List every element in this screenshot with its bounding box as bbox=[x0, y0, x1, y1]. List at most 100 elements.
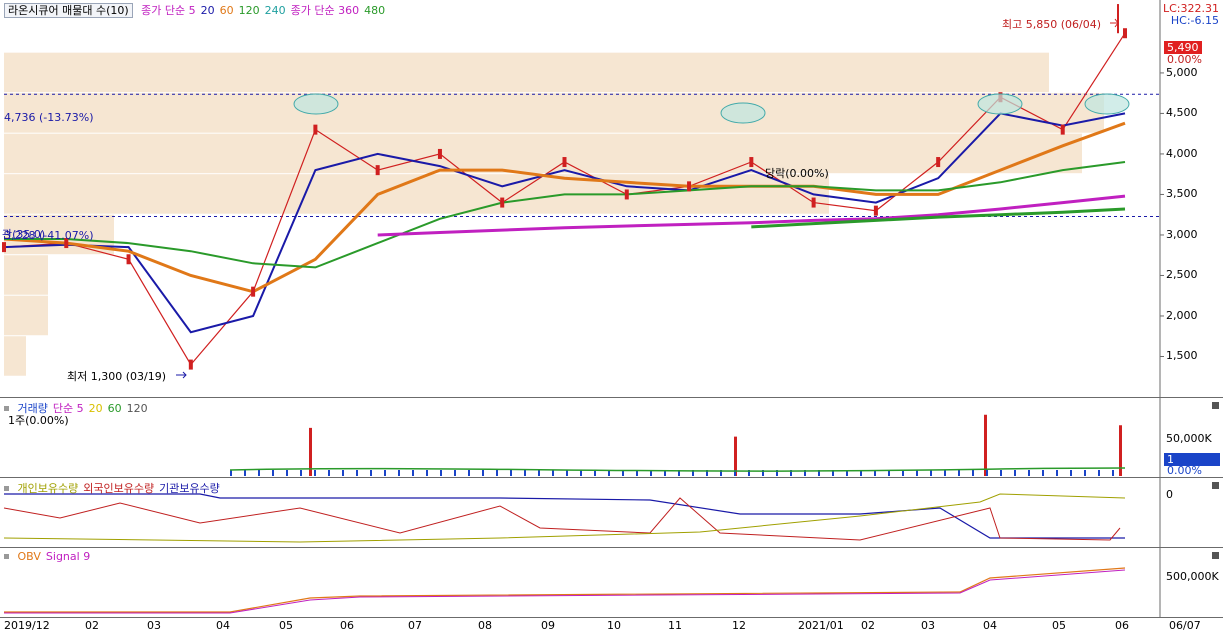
volume-bar bbox=[328, 470, 330, 476]
volume-legend-item[interactable]: 60 bbox=[108, 402, 122, 415]
price-chart bbox=[2, 0, 1164, 397]
obv-legend-item[interactable]: OBV bbox=[18, 550, 41, 563]
volume-bar bbox=[300, 470, 302, 476]
volume-bar bbox=[1000, 470, 1002, 476]
volume-bar bbox=[230, 470, 232, 476]
x-axis-tick: 04 bbox=[216, 619, 230, 632]
x-axis-tick: 09 bbox=[541, 619, 555, 632]
pattern-ellipse bbox=[293, 93, 339, 115]
volume-chart bbox=[229, 398, 1161, 477]
volume-bar bbox=[314, 470, 316, 476]
price-point bbox=[811, 197, 816, 208]
volume-bar bbox=[510, 470, 512, 476]
x-axis-tick: 02 bbox=[85, 619, 99, 632]
price-legend-item[interactable]: 60 bbox=[220, 4, 234, 17]
price-point bbox=[437, 148, 442, 159]
price-point bbox=[1060, 124, 1065, 135]
volume-bar bbox=[356, 470, 358, 476]
volume-profile-bar bbox=[4, 336, 26, 376]
current-change: 0.00% bbox=[1167, 53, 1202, 66]
price-point bbox=[188, 359, 193, 370]
obv-chart bbox=[4, 548, 1161, 617]
holdings-legend-item[interactable]: 기관보유수량 bbox=[159, 482, 220, 495]
volume-bar bbox=[944, 470, 946, 476]
price-legend-item[interactable]: 20 bbox=[201, 4, 215, 17]
obv-legend: OBV Signal 9 bbox=[4, 550, 100, 563]
volume-bar bbox=[566, 470, 568, 476]
price-point bbox=[687, 181, 692, 192]
price-point bbox=[500, 197, 505, 208]
volume-bar bbox=[468, 470, 470, 476]
volume-bar bbox=[272, 470, 274, 476]
obv-legend-item[interactable]: Signal 9 bbox=[46, 550, 90, 563]
x-axis-tick: 05 bbox=[279, 619, 293, 632]
volume-bar bbox=[1098, 470, 1100, 476]
volume-bar bbox=[398, 470, 400, 476]
price-y-tick: 2,500 bbox=[1166, 268, 1198, 282]
volume-bar bbox=[370, 470, 372, 476]
price-point bbox=[562, 157, 567, 168]
volume-pane: 거래량 단순 5 20 60 120 1주(0.00%) 50,000K 1 0.00% bbox=[0, 398, 1223, 477]
holdings-legend-item[interactable]: 개인보유수량 bbox=[18, 482, 79, 495]
price-legend-item[interactable]: 240 bbox=[265, 4, 286, 17]
volume-bar bbox=[1056, 470, 1058, 476]
volume-bar bbox=[342, 470, 344, 476]
x-axis-tick: 2019/12 bbox=[4, 619, 50, 632]
x-axis-tick: 07 bbox=[408, 619, 422, 632]
volume-bar bbox=[412, 470, 414, 476]
obv-line bbox=[4, 567, 1126, 613]
volume-bar bbox=[244, 470, 246, 476]
pattern-ellipse bbox=[1084, 93, 1130, 115]
price-point bbox=[126, 254, 131, 265]
price-y-tick: 5,000 bbox=[1166, 65, 1198, 79]
volume-legend-item[interactable]: 20 bbox=[89, 402, 103, 415]
volume-bar bbox=[482, 470, 484, 476]
legend-square-icon bbox=[4, 486, 9, 491]
hc-value: HC:-6.15 bbox=[1170, 14, 1219, 27]
volume-bar bbox=[1042, 470, 1044, 476]
holdings-legend-item[interactable]: 외국인보유수량 bbox=[83, 482, 154, 495]
price-y-tick: 4,000 bbox=[1166, 146, 1198, 160]
volume-legend-item[interactable]: 120 bbox=[127, 402, 148, 415]
price-point bbox=[1123, 28, 1127, 39]
x-axis-tick: 03 bbox=[921, 619, 935, 632]
obv-pane: OBV Signal 9 500,000K bbox=[0, 548, 1223, 617]
volume-bar bbox=[286, 470, 288, 476]
price-point bbox=[936, 157, 941, 168]
volume-bar bbox=[496, 470, 498, 476]
pattern-ellipse bbox=[720, 102, 766, 124]
holdings-legend: 개인보유수량 외국인보유수량 기관보유수량 bbox=[4, 480, 230, 496]
volume-profile-bar bbox=[4, 52, 1049, 93]
volume-bar bbox=[454, 470, 456, 476]
volume-bar bbox=[1112, 470, 1114, 476]
x-axis-tick: 12 bbox=[732, 619, 746, 632]
x-axis-tick: 05 bbox=[1052, 619, 1066, 632]
price-pane: 라온시큐어 매물대 수(10) 종가 단순 5 20 60 120 240 종가 단순 3… bbox=[0, 0, 1223, 397]
pane-menu-icon[interactable] bbox=[1212, 402, 1219, 409]
pane-menu-icon[interactable] bbox=[1212, 482, 1219, 489]
volume-bar bbox=[986, 470, 988, 476]
price-legend-item[interactable]: 종가 단순 5 bbox=[141, 4, 195, 17]
volume-profile-bar bbox=[4, 255, 48, 295]
price-point bbox=[313, 124, 318, 135]
volume-bar bbox=[440, 470, 442, 476]
price-point bbox=[2, 242, 6, 253]
volume-profile-bar bbox=[4, 295, 48, 336]
volume-current-pct: 0.00% bbox=[1167, 464, 1202, 477]
price-y-tick: 4,500 bbox=[1166, 106, 1198, 120]
price-legend-item[interactable]: 480 bbox=[364, 4, 385, 17]
volume-bar bbox=[426, 470, 428, 476]
volume-y-label: 50,000K bbox=[1166, 432, 1212, 445]
chart-title[interactable]: 라온시큐어 매물대 수(10) bbox=[4, 3, 133, 18]
price-y-tick: 3,000 bbox=[1166, 227, 1198, 241]
x-axis-tick: 04 bbox=[983, 619, 997, 632]
x-axis-tick: 06 bbox=[1115, 619, 1129, 632]
price-legend-item[interactable]: 종가 단순 360 bbox=[291, 4, 359, 17]
x-axis-tick: 02 bbox=[861, 619, 875, 632]
volume-bar bbox=[1014, 470, 1016, 476]
pane-menu-icon[interactable] bbox=[1212, 552, 1219, 559]
price-legend-item[interactable]: 120 bbox=[239, 4, 260, 17]
volume-bar bbox=[384, 470, 386, 476]
x-axis-tick: 06/07 bbox=[1169, 619, 1201, 632]
volume-bar bbox=[1028, 470, 1030, 476]
